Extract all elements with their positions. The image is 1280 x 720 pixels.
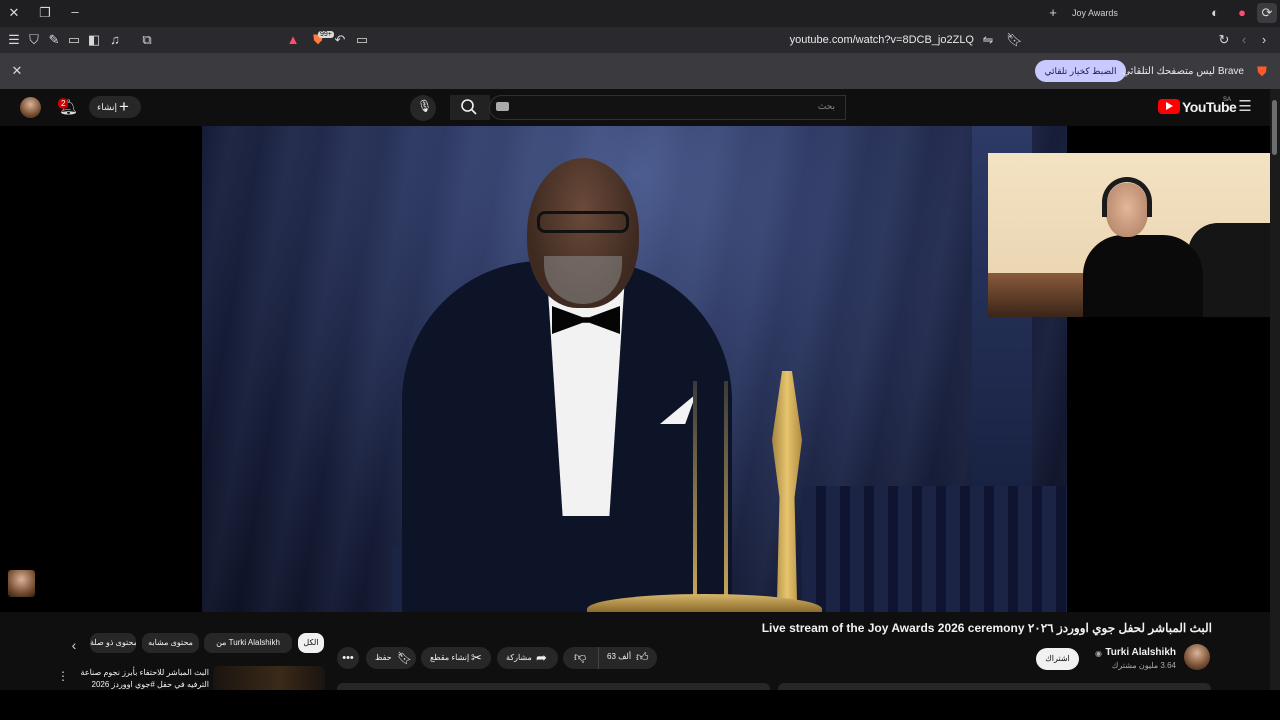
streamer-body [1083, 235, 1203, 317]
page-scrollbar[interactable] [1270, 89, 1280, 690]
wallet-icon[interactable]: ▭ [66, 32, 82, 48]
back-icon[interactable]: › [1256, 32, 1272, 48]
chip-all[interactable]: الكل [298, 633, 324, 653]
related-thumbnail[interactable] [213, 666, 325, 690]
microphone-stand-right [724, 381, 728, 601]
save-button[interactable]: حفظ 🔖︎ [366, 647, 416, 669]
search-input[interactable] [489, 95, 846, 120]
chip-from-channel[interactable]: من Turki Alalshikh [204, 633, 292, 653]
tab-groups-icon[interactable]: ⧉ [139, 32, 155, 48]
browser-titlebar: ✕ ❐ – + Joy Awards ◐ ● ⟳ [0, 0, 1280, 27]
share-label: مشاركة [506, 653, 532, 662]
menu-icon[interactable]: ☰ [6, 32, 22, 48]
save-label: حفظ [375, 653, 392, 662]
profile-icon[interactable]: ● [1234, 5, 1250, 21]
music-icon[interactable]: ♫ [107, 32, 123, 48]
back-arrow-icon[interactable]: ↶ [332, 32, 348, 48]
keyboard-icon[interactable] [496, 102, 509, 111]
site-settings-icon[interactable]: ⇋ [980, 32, 996, 48]
related-more-icon[interactable]: ⋮ [55, 668, 71, 684]
tab-audio-icon[interactable]: ◐ [1207, 5, 1223, 21]
related-video-item[interactable]: البث المباشر للاحتفاء بأبرز نجوم صناعة ا… [80, 666, 325, 690]
youtube-logo-icon[interactable] [1158, 99, 1180, 114]
like-button[interactable]: 63 ألف 👍︎ [600, 647, 657, 669]
new-tab-icon[interactable]: + [1045, 5, 1061, 21]
channel-name[interactable]: Turki Alalshikh [1105, 647, 1176, 658]
comments-box[interactable] [337, 683, 770, 690]
brave-menu-icon[interactable]: ⟳ [1257, 3, 1277, 23]
share-arrow-icon: ➦ [536, 650, 547, 665]
clip-label: إنشاء مقطع [430, 653, 470, 662]
thumbs-down-icon: 👎︎ [574, 650, 587, 664]
set-default-button[interactable]: الضبط كخيار تلقائي [1035, 60, 1126, 82]
restore-window-icon[interactable]: ❐ [37, 5, 53, 21]
desk [988, 273, 1098, 317]
microphone-stand-left [693, 381, 697, 601]
related-title-line2: الترفيه في حفل #جوي اووردز 2026 [91, 680, 210, 689]
presenter-glasses [537, 211, 629, 233]
chips-next-chevron-icon[interactable]: ‹ [66, 637, 82, 653]
guide-menu-icon[interactable]: ☰ [1237, 99, 1253, 115]
minimize-window-icon[interactable]: – [67, 4, 83, 20]
brave-logo-icon: ⛊ [1257, 64, 1267, 79]
microphone-icon: 🎙︎ [417, 99, 433, 113]
description-box[interactable] [778, 683, 1211, 690]
create-label: إنشاء [97, 102, 118, 112]
search-placeholder: بحث [817, 101, 835, 111]
voice-search-button[interactable]: 🎙︎ [410, 95, 436, 121]
headset-icon [1102, 177, 1152, 217]
chip-similar[interactable]: محتوى مشابه [142, 633, 199, 653]
related-title-line1: البث المباشر للاحتفاء بأبرز نجوم صناعة [80, 668, 209, 677]
video-title: Live stream of the Joy Awards 2026 cerem… [761, 621, 1212, 635]
account-avatar[interactable] [20, 97, 41, 118]
scrollbar-thumb[interactable] [1272, 100, 1277, 155]
url-text[interactable]: youtube.com/watch?v=8DCB_jo2ZLQ [790, 34, 974, 46]
search-icon [461, 99, 477, 115]
sidebar-icon[interactable]: ◧ [86, 32, 102, 48]
close-window-icon[interactable]: ✕ [6, 5, 22, 21]
bookmark-icon[interactable]: 🔖︎ [1006, 32, 1023, 48]
share-button[interactable]: مشاركة ➦ [497, 647, 558, 669]
shield-icon[interactable]: ⛉ [26, 32, 42, 48]
bookmark-save-icon: 🔖︎ [397, 651, 413, 665]
streamer-webcam-overlay [988, 153, 1280, 317]
verified-badge-icon: ◉ [1095, 649, 1102, 658]
stage-skyline-decor [802, 486, 1067, 612]
create-button[interactable]: + إنشاء [89, 96, 141, 118]
cast-icon[interactable]: ▭ [354, 32, 370, 48]
clip-button[interactable]: إنشاء مقطع ✂ [421, 647, 491, 669]
subscribe-button[interactable]: اشتراك [1036, 648, 1079, 670]
scissors-icon: ✂ [471, 650, 482, 665]
region-code: SA [1223, 97, 1232, 103]
dislike-button[interactable]: 👎︎ [563, 647, 599, 669]
like-count: 63 ألف [607, 652, 632, 661]
close-infobar-icon[interactable]: ✕ [9, 63, 25, 79]
infobar-text: Brave ليس متصفحك التلقائي. [1119, 66, 1244, 77]
reload-icon[interactable]: ↻ [1216, 32, 1232, 48]
subscriber-count: 3.64 مليون مشترك [1111, 661, 1176, 670]
more-horizontal-icon: ••• [342, 652, 354, 664]
create-plus-icon: + [119, 97, 129, 116]
bottom-black-bar [0, 690, 1280, 720]
extensions-icon[interactable]: ✎ [46, 32, 62, 48]
video-frame[interactable] [202, 126, 1067, 612]
forward-icon[interactable]: ‹ [1236, 32, 1252, 48]
search-button[interactable] [450, 95, 490, 120]
more-actions-button[interactable]: ••• [337, 647, 359, 669]
brave-rewards-icon[interactable]: ▲ [285, 32, 301, 48]
chip-related[interactable]: محتوى ذو صلة [90, 633, 136, 653]
channel-avatar[interactable] [1184, 644, 1210, 670]
tab-title[interactable]: Joy Awards [1072, 8, 1118, 18]
overlay-channel-watermark[interactable] [8, 570, 35, 597]
thumbs-up-icon: 👍︎ [636, 650, 649, 664]
